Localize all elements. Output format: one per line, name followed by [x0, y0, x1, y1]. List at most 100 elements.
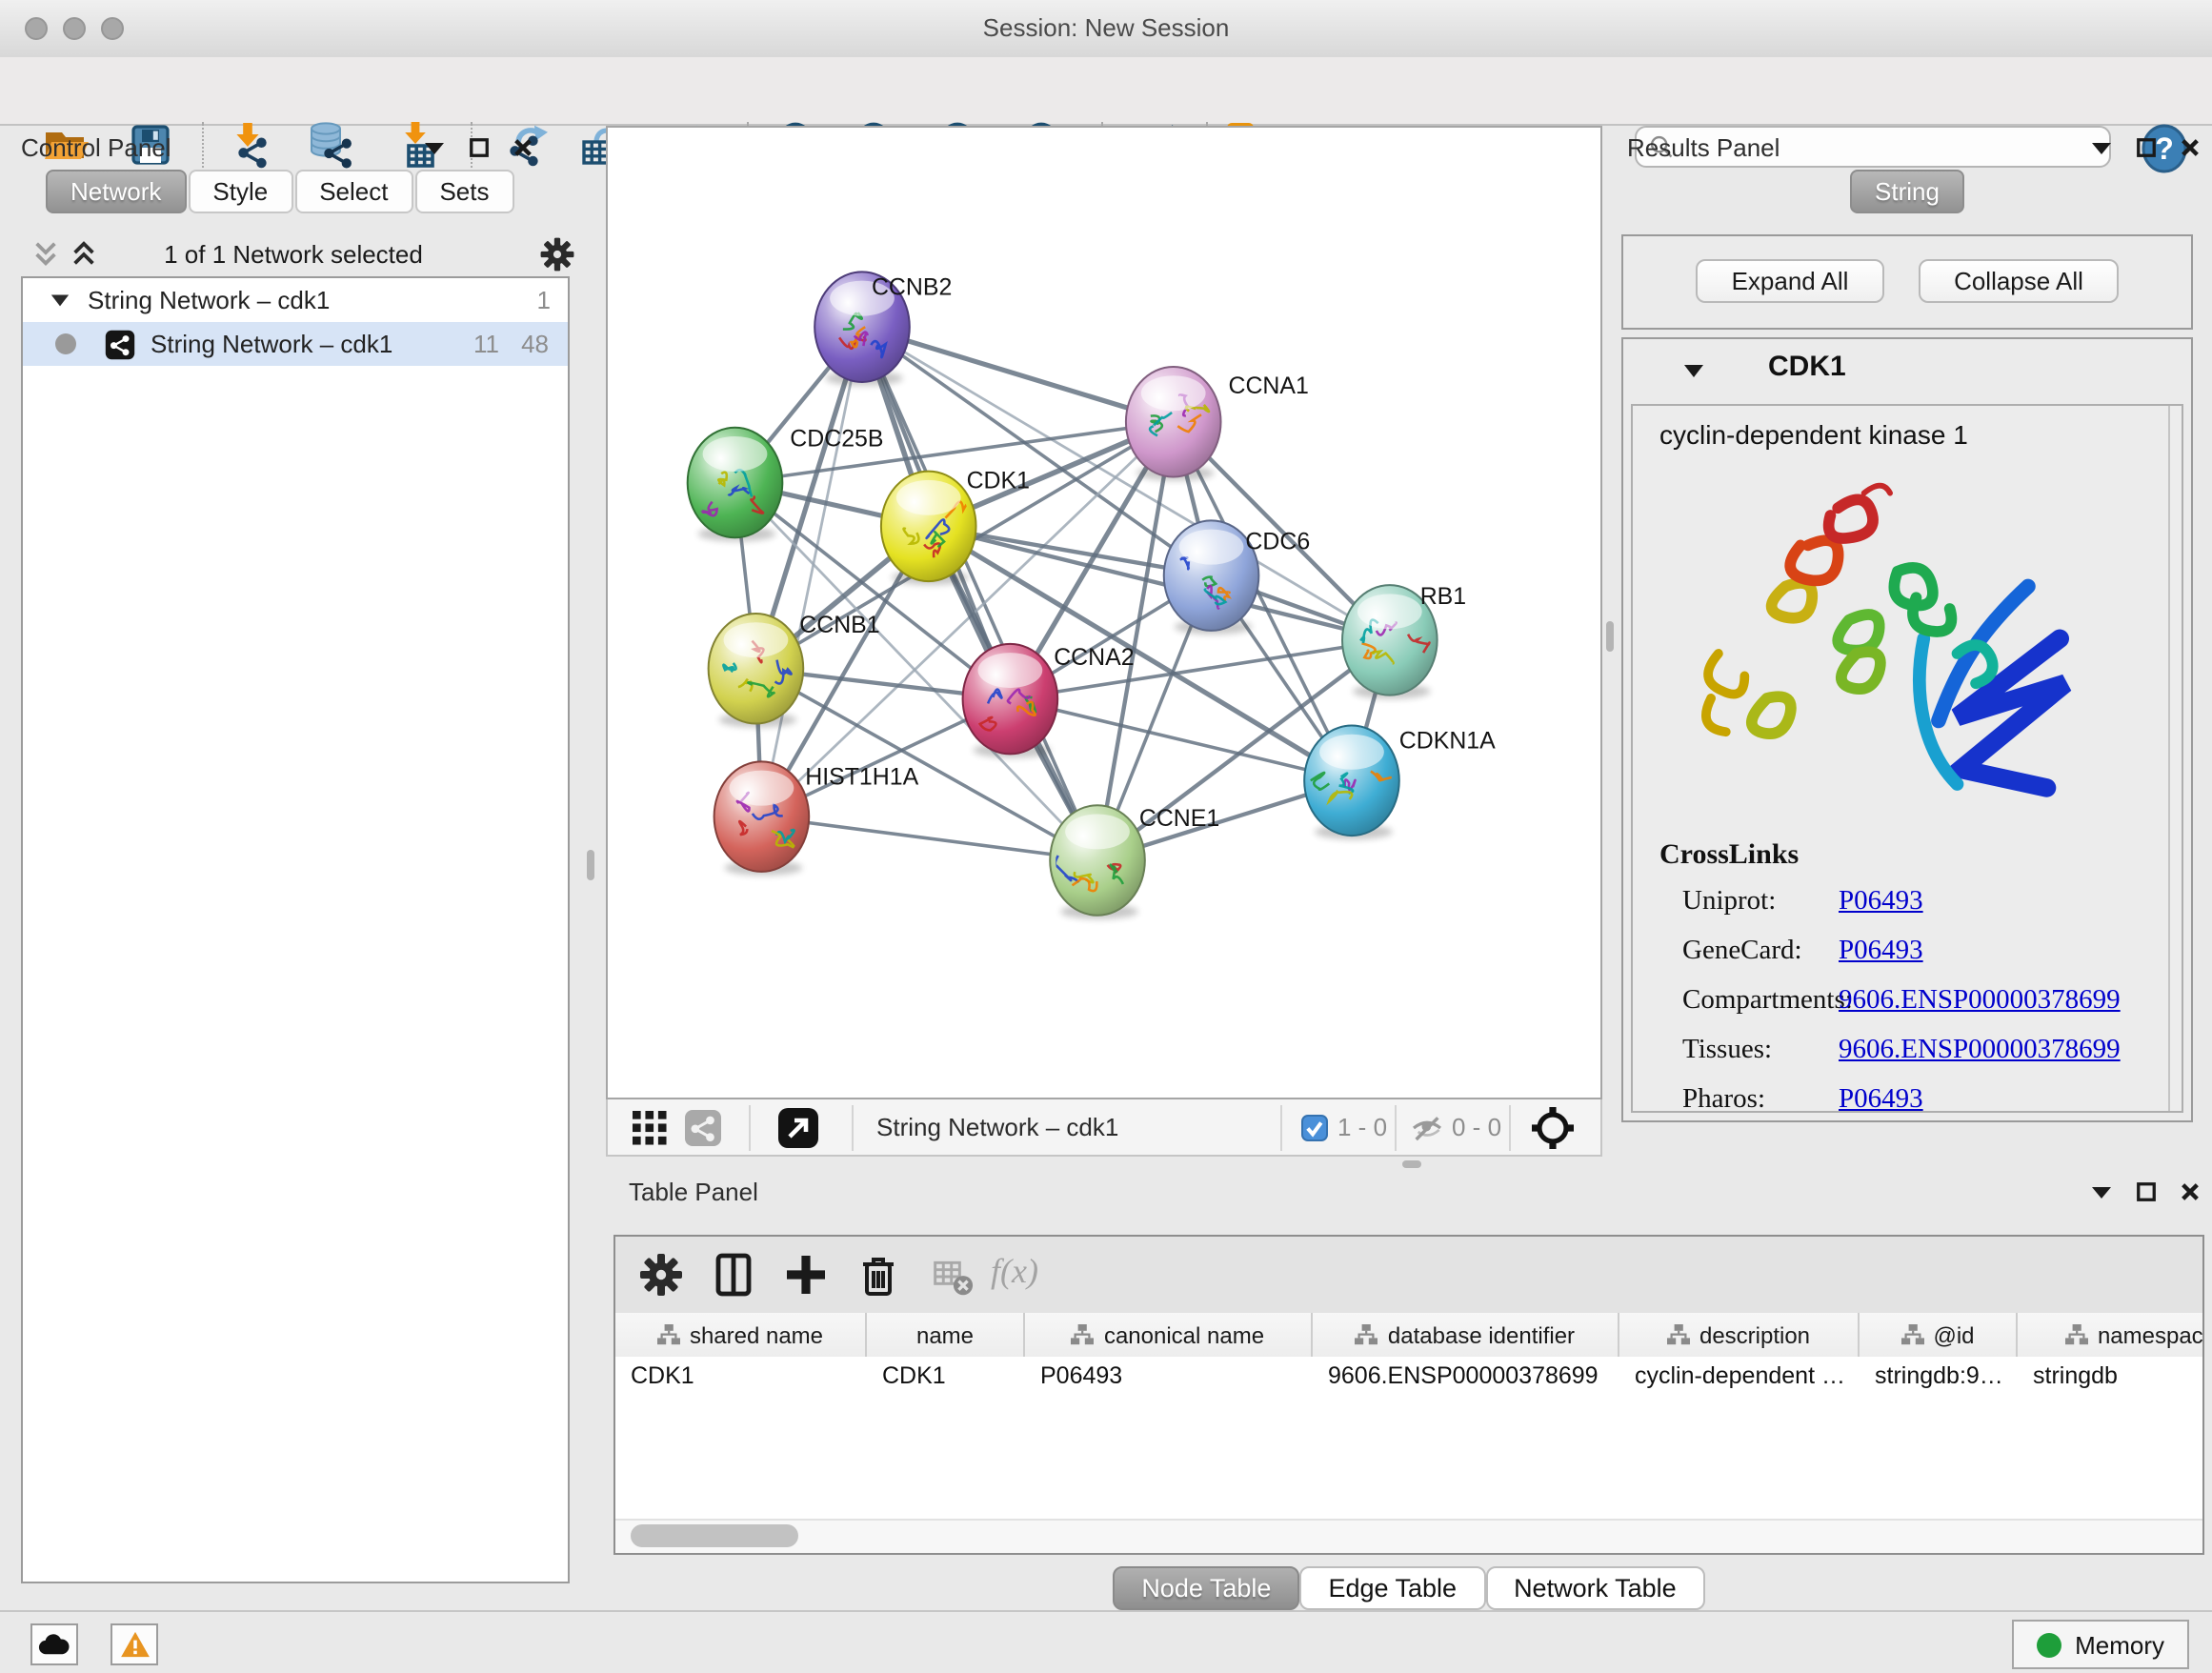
column-header-canonical-name[interactable]: canonical name	[1025, 1313, 1313, 1357]
node-label-hist1h1a: HIST1H1A	[805, 763, 918, 790]
node-label-rb1: RB1	[1420, 583, 1466, 610]
table-cell[interactable]: stringdb:9…	[1860, 1357, 2018, 1395]
node-label-ccna1: CCNA1	[1228, 373, 1308, 399]
table-tabs-edge-table[interactable]: Edge Table	[1299, 1566, 1485, 1610]
column-header-shared-name[interactable]: shared name	[615, 1313, 867, 1357]
float-panel-icon[interactable]	[2090, 139, 2113, 156]
graph-edge[interactable]	[929, 526, 1390, 640]
network-canvas[interactable]: CCNB2CCNA1CDC25BCDK1CDC6RB1CCNB1CCNA2CDK…	[606, 126, 1602, 1099]
gene-expander-icon[interactable]	[1682, 362, 1705, 379]
network-tree: String Network – cdk1 1 String Network –…	[21, 276, 570, 1583]
column-tree-icon	[1900, 1324, 1923, 1345]
column-header-namespace[interactable]: namespace	[2018, 1313, 2204, 1357]
crosslink-row: Tissues:9606.ENSP00000378699	[1682, 1035, 2159, 1067]
graph-edge[interactable]	[1010, 699, 1352, 781]
delete-table-icon[interactable]	[932, 1256, 974, 1298]
table-row[interactable]: CDK1CDK1P064939606.ENSP00000378699cyclin…	[615, 1357, 2202, 1395]
share-view-icon[interactable]	[684, 1109, 722, 1147]
toolbar-separator	[1280, 1105, 1282, 1151]
node-gloss	[1141, 375, 1206, 411]
table-cell[interactable]: stringdb	[2018, 1357, 2204, 1395]
right-splitter-handle[interactable]	[1606, 621, 1614, 652]
control-tabs-select[interactable]: Select	[294, 170, 412, 213]
import-network-icon[interactable]	[223, 120, 272, 170]
protein-structure-image	[1675, 474, 2109, 829]
expand-all-button[interactable]: Expand All	[1696, 259, 1884, 303]
table-cell[interactable]: cyclin-dependent …	[1619, 1357, 1860, 1395]
crosslink-link[interactable]: 9606.ENSP00000378699	[1839, 1035, 2121, 1067]
crosslink-link[interactable]: 9606.ENSP00000378699	[1839, 985, 2121, 1018]
function-builder-icon[interactable]: f(x)	[991, 1252, 1038, 1292]
close-panel-icon[interactable]	[2180, 1181, 2201, 1202]
control-tabs-network[interactable]: Network	[46, 170, 186, 213]
maximize-panel-icon[interactable]	[2136, 137, 2157, 158]
crosslink-link[interactable]: P06493	[1839, 1084, 1923, 1117]
table-cell[interactable]: P06493	[1025, 1357, 1313, 1395]
import-network-from-database-icon[interactable]	[305, 120, 354, 170]
table-tabs-network-table[interactable]: Network Table	[1485, 1566, 1705, 1610]
warning-button[interactable]	[111, 1623, 158, 1665]
float-panel-icon[interactable]	[423, 139, 446, 156]
node-label-cdc6: CDC6	[1245, 528, 1310, 554]
node-label-ccne1: CCNE1	[1139, 805, 1219, 832]
toolbar-separator	[1395, 1105, 1397, 1151]
network-row[interactable]: String Network – cdk1 11 48	[23, 322, 568, 366]
control-tabs-style[interactable]: Style	[188, 170, 292, 213]
table-cell[interactable]: CDK1	[615, 1357, 867, 1395]
toolbar-separator	[1509, 1105, 1511, 1151]
memory-button[interactable]: Memory	[2012, 1620, 2189, 1669]
control-tabs-sets[interactable]: Sets	[414, 170, 513, 213]
table-tabs-node-table[interactable]: Node Table	[1113, 1566, 1299, 1610]
left-splitter-handle[interactable]	[587, 850, 594, 880]
node-label-cdkn1a: CDKN1A	[1399, 727, 1496, 754]
gene-details-box: cyclin-dependent kinase 1	[1631, 404, 2183, 1113]
main-toolbar: ?	[0, 57, 2212, 126]
node-gloss	[1357, 594, 1422, 629]
cloud-button[interactable]	[30, 1623, 78, 1665]
status-bar: Memory	[0, 1610, 2212, 1673]
column-header-@id[interactable]: @id	[1860, 1313, 2018, 1357]
collapse-all-button[interactable]: Collapse All	[1919, 259, 2119, 303]
crosslink-row: Pharos:P06493	[1682, 1084, 2159, 1117]
close-panel-icon[interactable]	[2180, 137, 2201, 158]
open-view-arrow-icon[interactable]	[777, 1107, 819, 1149]
horizontal-splitter-handle[interactable]	[1402, 1160, 1421, 1168]
results-tab-string[interactable]: String	[1850, 170, 1964, 213]
graph-edge[interactable]	[761, 816, 1097, 860]
birdseye-crosshair-icon[interactable]	[1530, 1105, 1576, 1151]
selected-checkbox-icon[interactable]	[1301, 1115, 1328, 1141]
grid-icon[interactable]	[633, 1111, 667, 1145]
table-cell[interactable]: 9606.ENSP00000378699	[1313, 1357, 1619, 1395]
table-horizontal-scrollbar[interactable]	[615, 1519, 2202, 1553]
results-gene-box: CDK1 cyclin-dependent kinase 1	[1621, 337, 2193, 1122]
network-share-badge-icon	[105, 329, 135, 359]
network-view-toolbar: String Network – cdk1 1 - 0 0 - 0	[606, 1099, 1602, 1157]
results-scrollbar[interactable]	[2168, 406, 2182, 1111]
crosslink-link[interactable]: P06493	[1839, 886, 1923, 918]
table-settings-gear-icon[interactable]	[638, 1252, 684, 1298]
maximize-panel-icon[interactable]	[2136, 1181, 2157, 1202]
delete-column-icon[interactable]	[855, 1252, 901, 1298]
create-column-icon[interactable]	[783, 1252, 829, 1298]
column-tree-icon	[1072, 1324, 1095, 1345]
network-edge-count: 48	[521, 330, 549, 358]
float-panel-icon[interactable]	[2090, 1183, 2113, 1200]
crosslink-link[interactable]: P06493	[1839, 936, 1923, 968]
network-options-gear-icon[interactable]	[539, 236, 575, 272]
hidden-eye-slash-icon[interactable]	[1410, 1113, 1444, 1143]
gene-description: cyclin-dependent kinase 1	[1659, 419, 2182, 450]
table-panel-title: Table Panel	[629, 1178, 758, 1206]
scrollbar-thumb[interactable]	[631, 1524, 798, 1547]
network-view-title: String Network – cdk1	[876, 1113, 1118, 1141]
close-panel-icon[interactable]	[513, 137, 533, 158]
network-collection-row[interactable]: String Network – cdk1 1	[23, 278, 568, 322]
tree-expander-icon[interactable]	[50, 292, 70, 309]
column-header-description[interactable]: description	[1619, 1313, 1860, 1357]
show-columns-icon[interactable]	[711, 1252, 756, 1298]
column-header-name[interactable]: name	[867, 1313, 1025, 1357]
results-buttons-box: Expand All Collapse All	[1621, 234, 2193, 330]
table-cell[interactable]: CDK1	[867, 1357, 1025, 1395]
crosslink-label: Compartments:	[1682, 985, 1839, 1018]
column-header-database-identifier[interactable]: database identifier	[1313, 1313, 1619, 1357]
maximize-panel-icon[interactable]	[469, 137, 490, 158]
